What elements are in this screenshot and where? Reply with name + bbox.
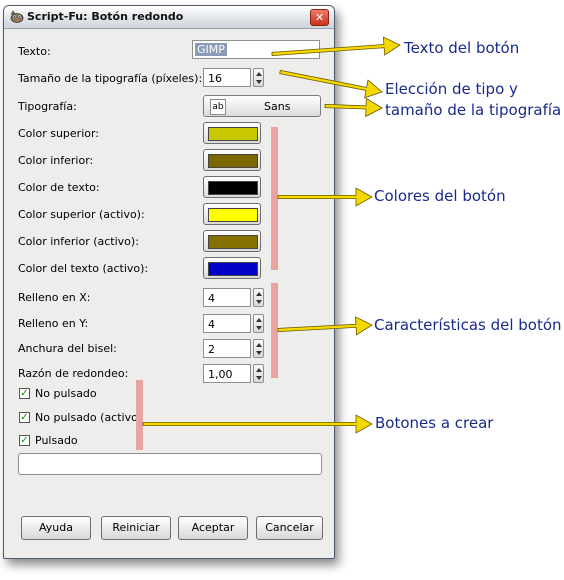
annotation-buttons: Botones a crear [375, 414, 494, 432]
annotation-font-line2: tamaño de la tipografía [385, 101, 562, 119]
annotation-button-text: Texto del botón [404, 39, 520, 57]
arrow-text [271, 36, 401, 57]
arrow-params [277, 316, 373, 336]
arrow-size [279, 69, 383, 99]
arrow-checks [142, 414, 373, 434]
arrow-colors [277, 187, 373, 207]
arrow-font [324, 97, 383, 118]
annotation-colors: Colores del botón [374, 187, 506, 205]
annotation-features: Características del botón [374, 316, 562, 334]
annotation-font-line1: Elección de tipo y [385, 80, 518, 98]
